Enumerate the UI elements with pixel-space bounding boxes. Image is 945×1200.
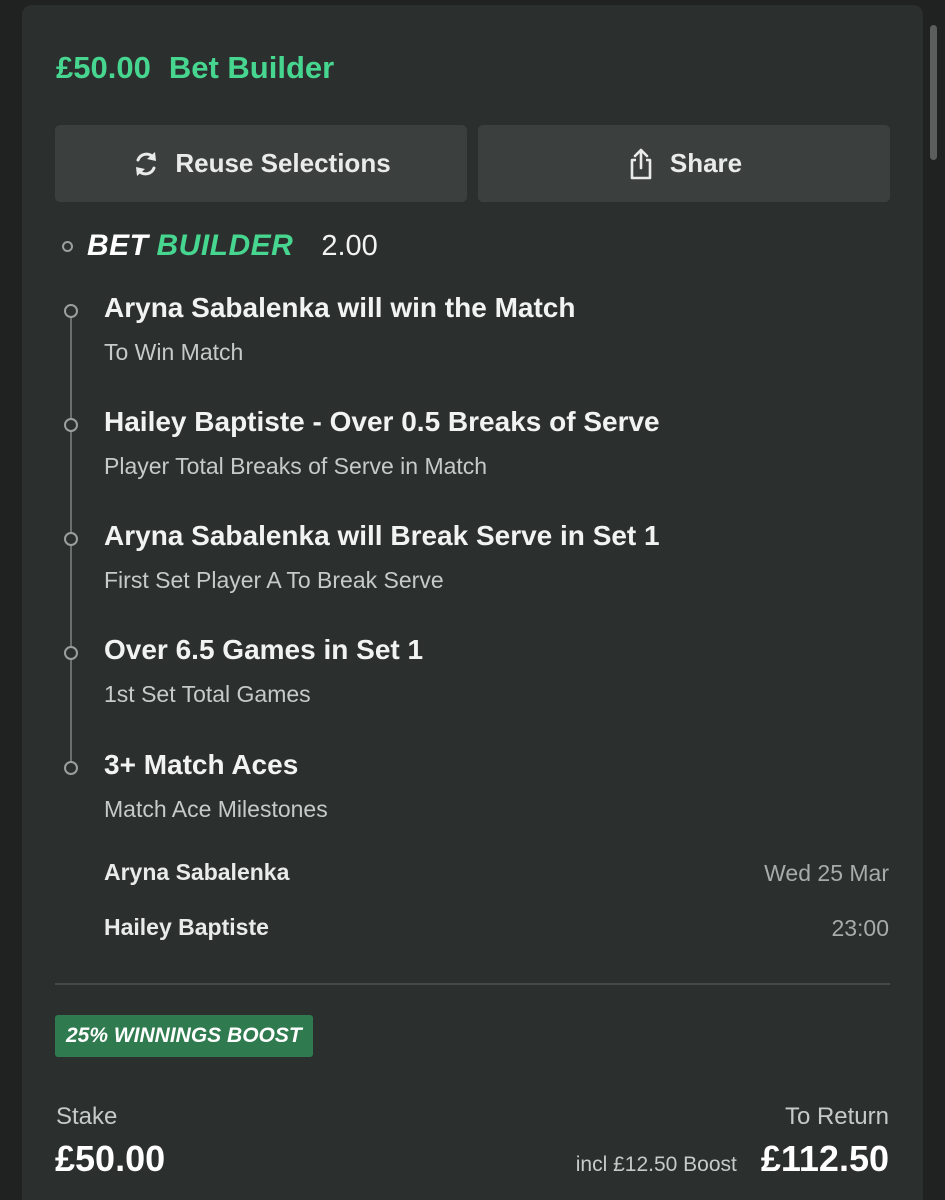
reuse-selections-button[interactable]: Reuse Selections — [55, 125, 467, 202]
bet-builder-logo: BET BUILDER — [87, 229, 293, 263]
selection-market: Player Total Breaks of Serve in Match — [104, 453, 488, 479]
selection-market: First Set Player A To Break Serve — [104, 567, 444, 593]
match-time: 23:00 — [831, 915, 889, 941]
selection-title: Aryna Sabalenka will win the Match — [104, 292, 576, 323]
divider — [55, 983, 890, 985]
selection-market: 1st Set Total Games — [104, 681, 311, 707]
bet-type-label: Bet Builder — [168, 50, 335, 85]
stake-label: Stake — [56, 1103, 118, 1130]
share-icon — [626, 147, 656, 181]
selection-title: 3+ Match Aces — [104, 749, 299, 780]
selection-dot — [64, 761, 78, 775]
player-b-name: Hailey Baptiste — [104, 914, 269, 940]
stake-value: £50.00 — [55, 1138, 166, 1179]
to-return-value: £112.50 — [760, 1138, 889, 1179]
reuse-selections-label: Reuse Selections — [175, 148, 391, 178]
share-button[interactable]: Share — [478, 125, 890, 202]
selection-dot — [64, 646, 78, 660]
to-return-label: To Return — [784, 1103, 889, 1130]
selection-title: Aryna Sabalenka will Break Serve in Set … — [104, 520, 660, 551]
bet-receipt-page: £50.00 Bet Builder Reuse Selections Share… — [0, 0, 945, 1200]
selection-dot — [64, 532, 78, 546]
boost-note: incl £12.50 Boost — [575, 1153, 737, 1176]
selection-title: Over 6.5 Games in Set 1 — [104, 634, 424, 665]
bet-header: £50.00 Bet Builder — [56, 48, 334, 88]
bet-builder-logo-bet: BET — [87, 229, 149, 262]
selection-dot — [64, 418, 78, 432]
match-date: Wed 25 Mar — [764, 860, 889, 886]
bet-stake-amount: £50.00 — [56, 50, 151, 85]
selection-dot — [64, 304, 78, 318]
scrollbar[interactable] — [930, 25, 937, 160]
bet-builder-header: BET BUILDER 2.00 — [62, 226, 378, 266]
refresh-icon — [131, 147, 161, 181]
bet-builder-odds: 2.00 — [321, 229, 378, 262]
selection-market: To Win Match — [104, 339, 244, 365]
timeline-dot — [62, 240, 73, 252]
player-a-name: Aryna Sabalenka — [104, 859, 290, 885]
winnings-boost-badge: 25% WINNINGS BOOST — [55, 1015, 313, 1057]
selection-market: Match Ace Milestones — [104, 796, 328, 822]
share-label: Share — [669, 148, 743, 178]
return-row: incl £12.50 Boost £112.50 — [576, 1138, 889, 1180]
bet-builder-logo-builder: BUILDER — [156, 229, 294, 262]
selection-title: Hailey Baptiste - Over 0.5 Breaks of Ser… — [104, 406, 660, 437]
